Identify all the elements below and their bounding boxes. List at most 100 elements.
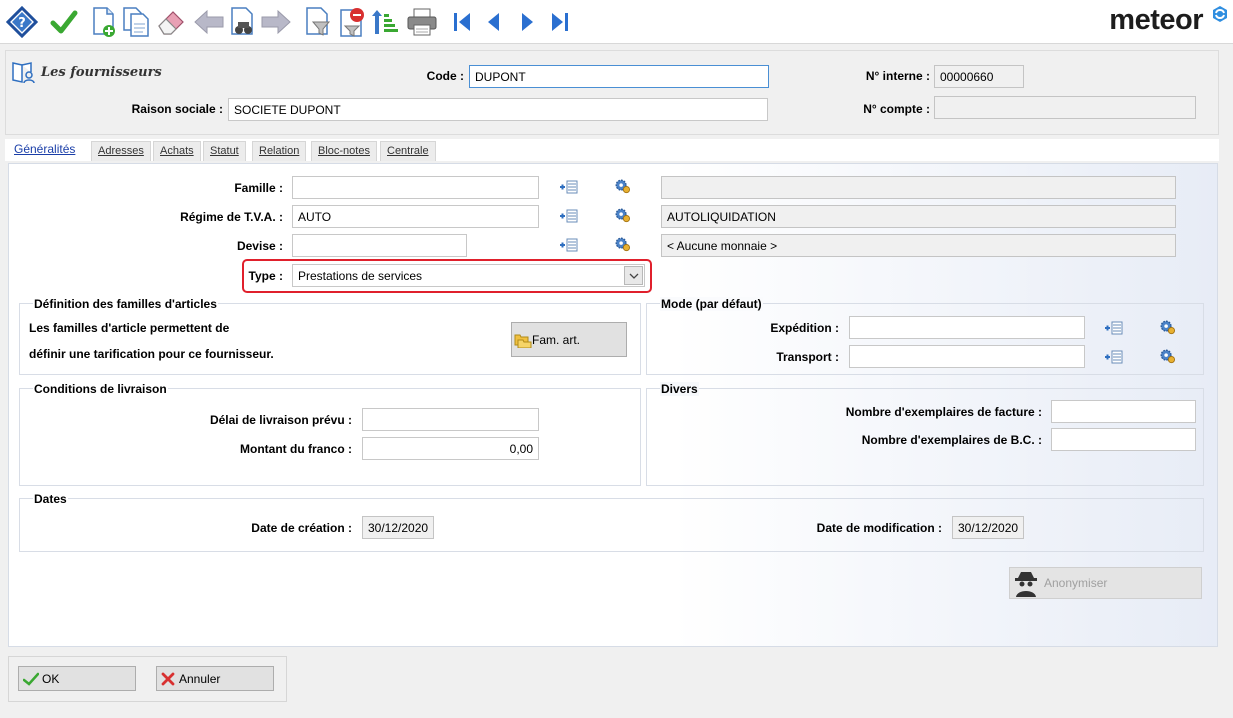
type-dropdown-button[interactable] bbox=[624, 266, 643, 285]
date-creation-field: 30/12/2020 bbox=[362, 516, 434, 539]
famille-input[interactable] bbox=[292, 176, 539, 199]
date-creation-label: Date de création : bbox=[251, 521, 352, 535]
raison-sociale-input[interactable]: SOCIETE DUPONT bbox=[228, 98, 768, 121]
num-interne-label: N° interne : bbox=[865, 69, 930, 83]
anonymiser-button[interactable]: Anonymiser bbox=[1009, 567, 1202, 599]
generalites-panel: Famille : Régime de T.V.A. : AUTO AUTOLI… bbox=[8, 163, 1218, 647]
annuler-button[interactable]: Annuler bbox=[156, 666, 274, 691]
tva-settings-gear-icon[interactable] bbox=[612, 207, 632, 223]
dates-group bbox=[19, 498, 1204, 552]
dates-group-title: Dates bbox=[33, 492, 68, 506]
tva-description: AUTOLIQUIDATION bbox=[661, 205, 1176, 228]
tab-bar: Généralités Adresses Achats Statut Relat… bbox=[5, 139, 1219, 161]
famille-description bbox=[661, 176, 1176, 199]
expedition-label: Expédition : bbox=[770, 321, 839, 335]
module-title: Les fournisseurs bbox=[41, 65, 162, 80]
help-icon[interactable]: ? bbox=[6, 6, 38, 38]
familles-group-title: Définition des familles d'articles bbox=[33, 297, 218, 311]
tva-input[interactable]: AUTO bbox=[292, 205, 539, 228]
anonymous-spy-icon bbox=[1015, 572, 1037, 597]
mode-group-title: Mode (par défaut) bbox=[660, 297, 763, 311]
num-interne-field: 00000660 bbox=[934, 65, 1024, 88]
code-label: Code : bbox=[426, 69, 464, 83]
folder-tree-icon bbox=[514, 334, 532, 348]
type-label: Type : bbox=[248, 269, 283, 283]
cancel-x-icon bbox=[161, 672, 175, 685]
bc-label: Nombre d'exemplaires de B.C. : bbox=[861, 433, 1042, 447]
duplicate-document-icon[interactable] bbox=[120, 6, 152, 38]
type-selected-value: Prestations de services bbox=[298, 269, 423, 283]
fam-art-button[interactable]: Fam. art. bbox=[511, 322, 627, 357]
tab-adresses[interactable]: Adresses bbox=[91, 141, 151, 161]
annuler-button-label: Annuler bbox=[179, 671, 221, 686]
transport-settings-gear-icon[interactable] bbox=[1157, 348, 1177, 364]
expedition-input[interactable] bbox=[849, 316, 1085, 339]
validate-check-icon[interactable] bbox=[48, 6, 80, 38]
divers-group-title: Divers bbox=[660, 382, 699, 396]
sort-icon[interactable] bbox=[368, 6, 400, 38]
tab-centrale[interactable]: Centrale bbox=[380, 141, 436, 161]
franco-label: Montant du franco : bbox=[240, 442, 352, 456]
tab-achats[interactable]: Achats bbox=[153, 141, 201, 161]
fam-art-button-label: Fam. art. bbox=[532, 332, 581, 347]
date-modification-label: Date de modification : bbox=[816, 521, 942, 535]
franco-input[interactable]: 0,00 bbox=[362, 437, 539, 460]
raison-sociale-label: Raison sociale : bbox=[131, 102, 223, 116]
livraison-group bbox=[19, 388, 641, 486]
new-document-icon[interactable] bbox=[88, 6, 120, 38]
tab-bloc-notes[interactable]: Bloc-notes bbox=[311, 141, 377, 161]
footer-panel: OK Annuler bbox=[8, 656, 287, 702]
svg-text:?: ? bbox=[18, 16, 26, 31]
transport-label: Transport : bbox=[776, 350, 839, 364]
search-binoculars-icon[interactable] bbox=[227, 6, 259, 38]
devise-description: < Aucune monnaie > bbox=[661, 234, 1176, 257]
familles-description-line2: définir une tarification pour ce fournis… bbox=[29, 347, 274, 361]
type-select[interactable]: Prestations de services bbox=[292, 264, 645, 287]
devise-input[interactable] bbox=[292, 234, 467, 257]
tva-select-list-icon[interactable] bbox=[559, 208, 579, 224]
expedition-select-list-icon[interactable] bbox=[1104, 320, 1124, 336]
expedition-settings-gear-icon[interactable] bbox=[1157, 319, 1177, 335]
tva-label: Régime de T.V.A. : bbox=[180, 210, 283, 224]
tab-statut[interactable]: Statut bbox=[203, 141, 246, 161]
eraser-icon[interactable] bbox=[155, 6, 187, 38]
num-compte-label: N° compte : bbox=[863, 102, 930, 116]
next-arrow-icon[interactable] bbox=[260, 6, 292, 38]
transport-select-list-icon[interactable] bbox=[1104, 349, 1124, 365]
toolbar: ? meteor bbox=[0, 0, 1233, 44]
anonymiser-button-label: Anonymiser bbox=[1044, 576, 1108, 590]
header-panel: Les fournisseurs Code : DUPONT Raison so… bbox=[5, 50, 1219, 135]
delete-filter-icon[interactable] bbox=[336, 6, 368, 38]
devise-select-list-icon[interactable] bbox=[559, 237, 579, 253]
facture-label: Nombre d'exemplaires de facture : bbox=[845, 405, 1042, 419]
delai-label: Délai de livraison prévu : bbox=[209, 413, 352, 427]
previous-arrow-icon[interactable] bbox=[193, 6, 225, 38]
check-icon bbox=[23, 672, 39, 686]
code-input[interactable]: DUPONT bbox=[469, 65, 769, 88]
tab-generalites[interactable]: Généralités bbox=[8, 139, 82, 161]
delai-input[interactable] bbox=[362, 408, 539, 431]
bc-input[interactable] bbox=[1051, 428, 1196, 451]
chevron-down-icon bbox=[629, 273, 638, 279]
print-icon[interactable] bbox=[406, 6, 438, 38]
date-modification-field: 30/12/2020 bbox=[952, 516, 1024, 539]
tab-relation[interactable]: Relation bbox=[252, 141, 307, 161]
famille-settings-gear-icon[interactable] bbox=[612, 178, 632, 194]
last-record-icon[interactable] bbox=[544, 6, 576, 38]
ok-button[interactable]: OK bbox=[18, 666, 136, 691]
previous-record-icon[interactable] bbox=[478, 6, 510, 38]
meteor-logo-mark-icon bbox=[1213, 6, 1227, 22]
transport-input[interactable] bbox=[849, 345, 1085, 368]
first-record-icon[interactable] bbox=[446, 6, 478, 38]
devise-label: Devise : bbox=[236, 239, 283, 253]
suppliers-book-icon bbox=[12, 62, 35, 84]
filter-document-icon[interactable] bbox=[302, 6, 334, 38]
devise-settings-gear-icon[interactable] bbox=[612, 236, 632, 252]
next-record-icon[interactable] bbox=[511, 6, 543, 38]
meteor-logo: meteor bbox=[1109, 4, 1203, 36]
facture-input[interactable] bbox=[1051, 400, 1196, 423]
ok-button-label: OK bbox=[42, 671, 60, 686]
familles-description-line1: Les familles d'article permettent de bbox=[29, 321, 230, 335]
famille-select-list-icon[interactable] bbox=[559, 179, 579, 195]
livraison-group-title: Conditions de livraison bbox=[33, 382, 168, 396]
